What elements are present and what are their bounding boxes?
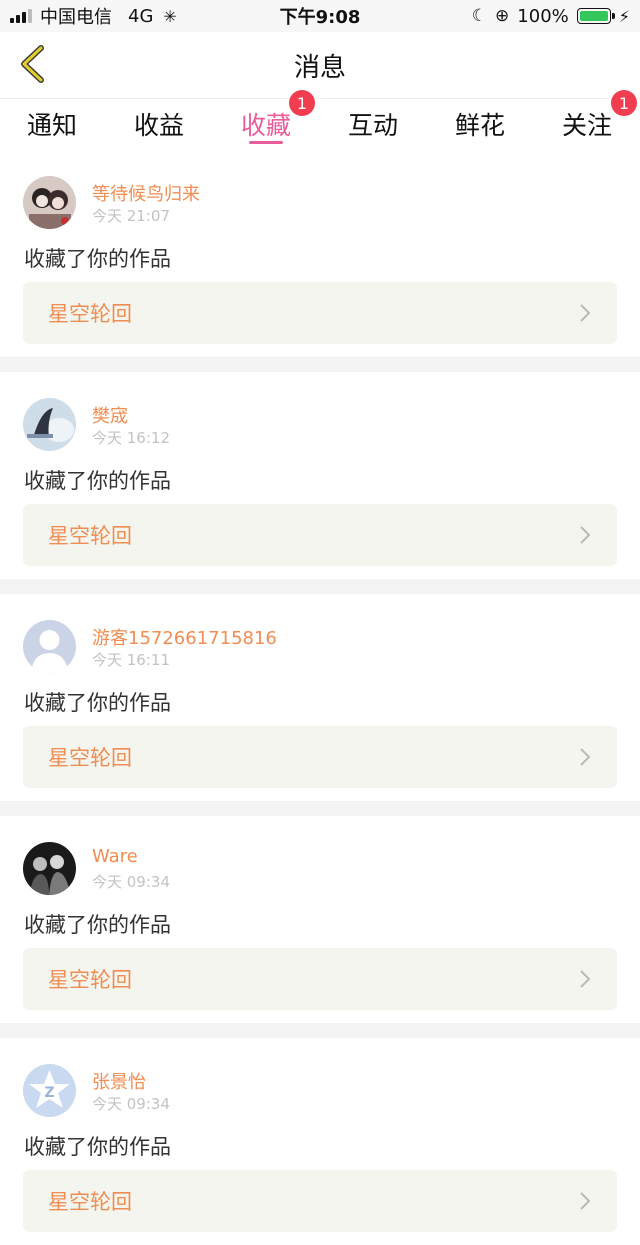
list-item: 等待候鸟归来 今天 21:07 收藏了你的作品 星空轮回: [0, 150, 640, 357]
action-text: 收藏了你的作品: [24, 1135, 171, 1159]
clock: 下午9:08: [279, 7, 361, 28]
divider: [0, 579, 640, 594]
rotation-lock-icon: ⊕: [495, 6, 510, 26]
avatar[interactable]: [23, 842, 76, 895]
avatar[interactable]: [23, 176, 76, 229]
tab-interaction[interactable]: 互动: [323, 99, 423, 149]
divider: [0, 801, 640, 816]
message-list: 等待候鸟归来 今天 21:07 收藏了你的作品 星空轮回 樊宬 今天 16:12…: [0, 150, 640, 1245]
username[interactable]: Ware: [92, 846, 138, 867]
list-item: 游客1572661715816 今天 16:11 收藏了你的作品 星空轮回: [0, 594, 640, 801]
work-link[interactable]: 星空轮回: [23, 948, 617, 1010]
chevron-right-icon: [580, 526, 591, 544]
timestamp: 今天 16:11: [92, 651, 170, 669]
tab-flowers[interactable]: 鲜花: [430, 99, 530, 149]
tab-notice[interactable]: 通知: [2, 99, 102, 149]
charging-icon: ⚡: [618, 6, 630, 26]
divider: [0, 1023, 640, 1038]
tab-bar: 通知 收益 收藏 1 互动 鲜花 关注 1: [0, 90, 640, 149]
list-item: 樊宬 今天 16:12 收藏了你的作品 星空轮回: [0, 372, 640, 579]
list-item: Z 张景怡 今天 09:34 收藏了你的作品 星空轮回: [0, 1038, 640, 1245]
action-text: 收藏了你的作品: [24, 247, 171, 271]
work-link[interactable]: 星空轮回: [23, 282, 617, 344]
tab-label: 收藏: [240, 111, 291, 140]
action-text: 收藏了你的作品: [24, 469, 171, 493]
timestamp: 今天 16:12: [92, 429, 170, 447]
work-title: 星空轮回: [48, 302, 132, 326]
page-title: 消息: [293, 52, 346, 83]
username[interactable]: 游客1572661715816: [92, 624, 277, 650]
carrier-label: 中国电信: [40, 7, 112, 28]
chevron-right-icon: [580, 748, 591, 766]
network-label: 4G: [128, 5, 154, 27]
active-tab-indicator: [249, 141, 283, 144]
status-left: 中国电信 4G ✳: [10, 0, 177, 32]
work-title: 星空轮回: [48, 524, 132, 548]
username[interactable]: 张景怡: [92, 1068, 146, 1094]
divider: [0, 357, 640, 372]
username[interactable]: 等待候鸟归来: [92, 180, 200, 206]
work-title: 星空轮回: [48, 1190, 132, 1214]
signal-icon: [10, 9, 32, 23]
tab-earnings[interactable]: 收益: [109, 99, 209, 149]
status-bar: 中国电信 4G ✳ 下午9:08 ☾ ⊕ 100% ⚡: [0, 0, 640, 32]
avatar[interactable]: [23, 398, 76, 451]
chevron-right-icon: [580, 304, 591, 322]
tab-label: 鲜花: [454, 111, 505, 140]
loading-spinner-icon: ✳: [163, 6, 177, 26]
work-title: 星空轮回: [48, 746, 132, 770]
tab-badge: 1: [611, 90, 637, 116]
username[interactable]: 樊宬: [92, 402, 128, 428]
nav-bar: 消息: [0, 32, 640, 99]
moon-icon: ☾: [471, 6, 488, 26]
chevron-right-icon: [580, 1192, 591, 1210]
avatar[interactable]: [23, 620, 76, 673]
tab-label: 关注: [561, 111, 612, 140]
action-text: 收藏了你的作品: [24, 913, 171, 937]
work-link[interactable]: 星空轮回: [23, 726, 617, 788]
timestamp: 今天 09:34: [92, 1095, 170, 1113]
status-right: ☾ ⊕ 100% ⚡: [472, 0, 630, 32]
battery-percent: 100%: [517, 5, 569, 27]
work-title: 星空轮回: [48, 968, 132, 992]
tab-follow[interactable]: 关注 1: [537, 90, 637, 149]
timestamp: 今天 21:07: [92, 207, 170, 225]
tab-label: 收益: [133, 111, 184, 140]
work-link[interactable]: 星空轮回: [23, 1170, 617, 1232]
timestamp: 今天 09:34: [92, 873, 170, 891]
action-text: 收藏了你的作品: [24, 691, 171, 715]
tab-label: 通知: [26, 111, 77, 140]
svg-text:Z: Z: [44, 1085, 54, 1101]
tab-favorites[interactable]: 收藏 1: [216, 90, 316, 149]
work-link[interactable]: 星空轮回: [23, 504, 617, 566]
chevron-right-icon: [580, 970, 591, 988]
tab-badge: 1: [289, 90, 315, 116]
tab-label: 互动: [347, 111, 398, 140]
avatar[interactable]: Z: [23, 1064, 76, 1117]
battery-icon: [576, 8, 615, 24]
list-item: Ware 今天 09:34 收藏了你的作品 星空轮回: [0, 816, 640, 1023]
